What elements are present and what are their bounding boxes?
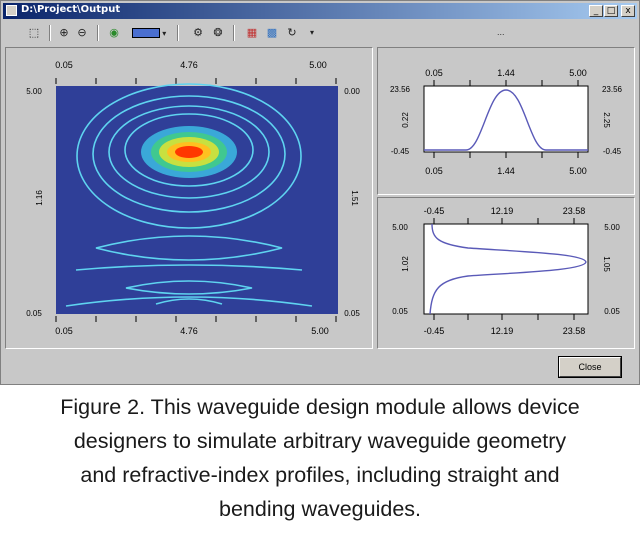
tr-left-tick-1: 0.22	[401, 112, 410, 128]
bottom-right-plot-panel: -0.45 12.19 23.58 5.00 1.02 0.05 5.00 1.…	[377, 197, 635, 349]
tr-right-tick-1: 2.25	[602, 112, 611, 128]
tr-right-tick-0: 23.56	[602, 85, 623, 94]
tr-right-tick-2: -0.45	[603, 147, 622, 156]
main-left-tick-0: 5.00	[26, 87, 42, 96]
bottom-right-plot[interactable]: -0.45 12.19 23.58 5.00 1.02 0.05 5.00 1.…	[378, 198, 634, 348]
tr-top-tick-2: 5.00	[569, 68, 587, 78]
tr-left-tick-2: -0.45	[391, 147, 410, 156]
tr-bottom-tick-0: 0.05	[425, 166, 443, 176]
caption-line-4: bending waveguides.	[218, 497, 421, 521]
tr-top-tick-1: 1.44	[497, 68, 515, 78]
main-plot[interactable]: 0.05 4.76 5.00 5.00 1.16 0.05 0.00 1.51 …	[6, 48, 372, 348]
br-bottom-tick-2: 23.58	[563, 326, 586, 336]
br-right-tick-2: 0.05	[604, 307, 620, 316]
palette-icon[interactable]: ▦	[243, 24, 261, 42]
right-toolbar-dots: ...	[497, 27, 505, 37]
br-top-tick-0: -0.45	[424, 206, 445, 216]
view-icon[interactable]: ◉	[105, 24, 123, 42]
output-window: D:\Project\Output _ □ x ⬚ ⊕ ⊖ ◉ ▾ ⚙ ❂ ▦ …	[0, 0, 640, 385]
main-top-tick-2: 5.00	[309, 60, 327, 70]
settings-icon[interactable]: ⚙	[189, 24, 207, 42]
render-icon[interactable]: ❂	[209, 24, 227, 42]
br-right-tick-0: 5.00	[604, 223, 620, 232]
br-left-tick-2: 0.05	[392, 307, 408, 316]
pointer-icon[interactable]: ⬚	[25, 24, 43, 42]
top-right-plot-panel: 0.05 1.44 5.00 23.56 0.22 -0.45 23.56 2.…	[377, 47, 635, 195]
contour-field	[56, 86, 338, 314]
tr-plot-area	[423, 85, 589, 153]
caption-line-3: and refractive-index profiles, including…	[80, 463, 560, 487]
main-right-tick-0: 0.00	[344, 87, 360, 96]
caption-line-2: designers to simulate arbitrary waveguid…	[73, 429, 567, 453]
main-top-tick-0: 0.05	[55, 60, 73, 70]
figure-caption: Figure 2. This waveguide design module a…	[0, 390, 640, 526]
app-icon	[6, 5, 17, 16]
br-left-tick-0: 5.00	[392, 223, 408, 232]
color-bar-dropdown[interactable]: ▾	[129, 24, 169, 42]
more-icon[interactable]: ▾	[303, 24, 321, 42]
rotate-icon[interactable]: ↻	[283, 24, 301, 42]
caption-line-1: Figure 2. This waveguide design module a…	[60, 395, 580, 419]
main-top-tick-1: 4.76	[180, 60, 198, 70]
main-bottom-tick-0: 0.05	[55, 326, 73, 336]
top-right-plot[interactable]: 0.05 1.44 5.00 23.56 0.22 -0.45 23.56 2.…	[378, 48, 634, 194]
close-window-button[interactable]: x	[621, 5, 635, 17]
br-bottom-tick-1: 12.19	[491, 326, 514, 336]
close-button[interactable]: Close	[559, 357, 621, 377]
map-icon[interactable]: ▩	[263, 24, 281, 42]
br-left-tick-1: 1.02	[401, 256, 410, 272]
br-top-tick-2: 23.58	[563, 206, 586, 216]
zoom-out-icon[interactable]: ⊖	[73, 24, 91, 42]
window-title: D:\Project\Output	[21, 4, 121, 15]
br-top-tick-1: 12.19	[491, 206, 514, 216]
contour-core	[175, 146, 203, 158]
main-plot-panel: 0.05 4.76 5.00 5.00 1.16 0.05 0.00 1.51 …	[5, 47, 373, 349]
title-bar[interactable]: D:\Project\Output _ □ x	[3, 3, 637, 19]
maximize-button[interactable]: □	[604, 5, 618, 17]
toolbar: ⬚ ⊕ ⊖ ◉ ▾ ⚙ ❂ ▦ ▩ ↻ ▾	[5, 21, 375, 45]
zoom-in-icon[interactable]: ⊕	[55, 24, 73, 42]
main-bottom-tick-2: 5.00	[311, 326, 329, 336]
minimize-button[interactable]: _	[589, 5, 603, 17]
tr-top-tick-0: 0.05	[425, 68, 443, 78]
main-right-tick-2: 0.05	[344, 309, 360, 318]
br-bottom-tick-0: -0.45	[424, 326, 445, 336]
br-right-tick-1: 1.05	[602, 256, 611, 272]
right-toolbar: ...	[377, 21, 635, 45]
main-left-tick-2: 0.05	[26, 309, 42, 318]
main-right-tick-1: 1.51	[350, 190, 359, 206]
tr-bottom-tick-1: 1.44	[497, 166, 515, 176]
main-left-tick-1: 1.16	[35, 190, 44, 206]
main-bottom-tick-1: 4.76	[180, 326, 198, 336]
tr-left-tick-0: 23.56	[390, 85, 411, 94]
tr-bottom-tick-2: 5.00	[569, 166, 587, 176]
